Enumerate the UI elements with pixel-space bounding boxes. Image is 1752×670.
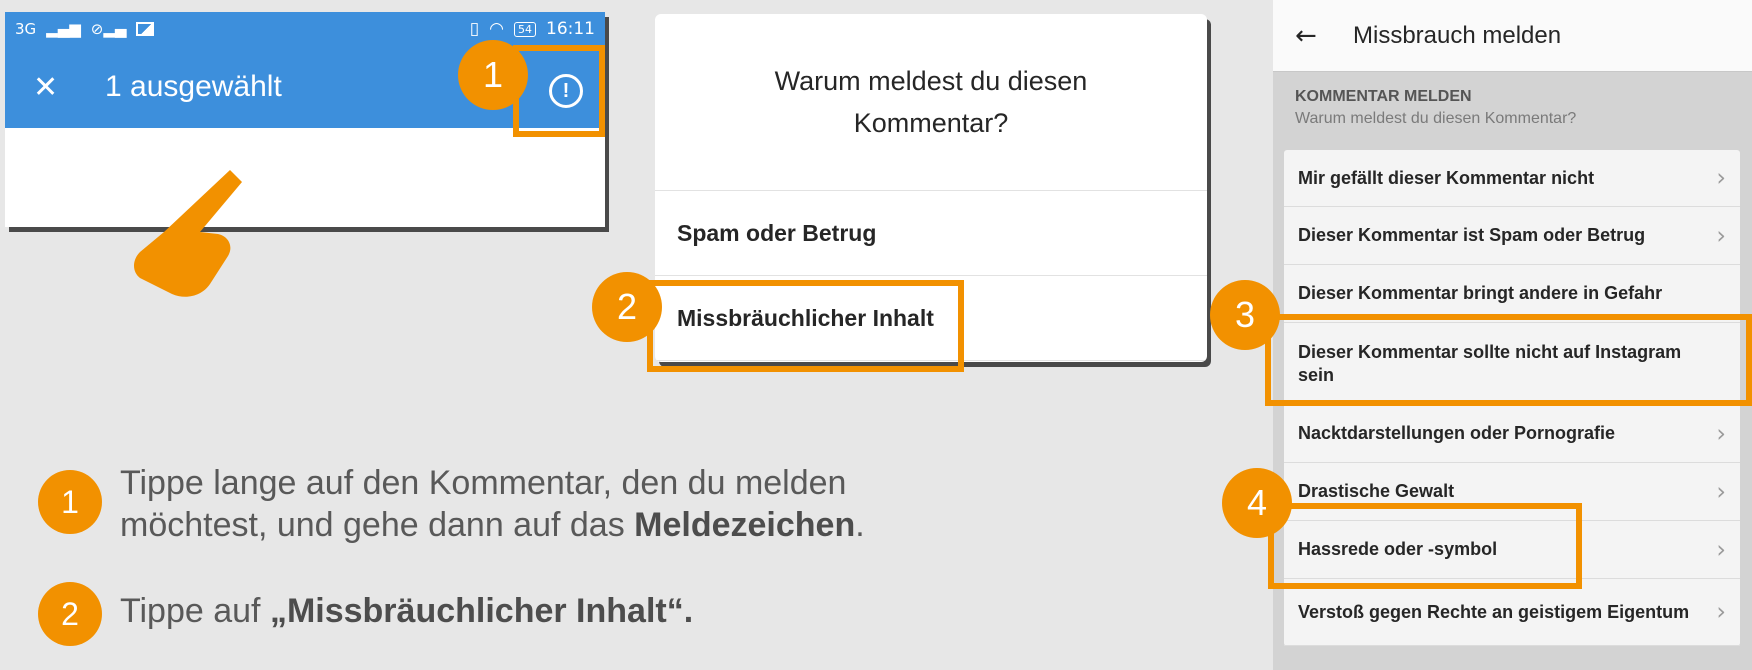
highlight-frame-3 (1265, 314, 1752, 406)
wifi-icon: ◠ (489, 19, 504, 39)
instruction-line: Tippe auf (120, 592, 270, 630)
section-subtitle: Warum meldest du diesen Kommentar? (1295, 110, 1577, 127)
report-section: KOMMENTAR MELDEN Warum meldest du diesen… (1273, 72, 1752, 136)
report-header: ← Missbrauch melden (1273, 0, 1752, 72)
battery-indicator: 54 (514, 21, 536, 37)
status-time: 16:11 (546, 19, 595, 39)
highlight-frame-4 (1268, 503, 1582, 589)
instruction-text-2: Tippe auf „Missbräuchlicher Inhalt“. (120, 590, 693, 632)
step-badge-1: 1 (458, 40, 528, 110)
instruction-step-1: 1 Tippe lange auf den Kommentar, den du … (38, 462, 865, 546)
instruction-line: möchtest, und gehe dann auf das (120, 506, 635, 544)
instruction-text-1: Tippe lange auf den Kommentar, den du me… (120, 462, 865, 546)
reason-label: Nacktdarstellungen oder Pornografie (1298, 423, 1616, 443)
chevron-right-icon: › (1716, 163, 1726, 192)
vibrate-icon: ▯ (469, 19, 480, 39)
reason-label: Drastische Gewalt (1298, 481, 1455, 501)
chevron-right-icon: › (1716, 597, 1726, 626)
chevron-right-icon: › (1716, 477, 1726, 505)
tap-hand-icon (134, 170, 242, 297)
step-badge-3: 3 (1210, 280, 1280, 350)
instruction-number-2: 2 (38, 582, 102, 646)
reason-item[interactable]: Nacktdarstellungen oder Pornografie › (1284, 405, 1740, 463)
reason-label: Verstoß gegen Rechte an geistigem Eigent… (1298, 601, 1690, 622)
highlight-frame-1 (513, 45, 605, 137)
instruction-number-1: 1 (38, 470, 102, 534)
highlight-frame-2 (647, 280, 964, 372)
instruction-emphasis: Meldezeichen (634, 506, 856, 544)
no-signal-icon: ⊘▂▄ (90, 20, 127, 38)
image-icon (136, 22, 155, 36)
status-bar: 3G ▂▄▆ ⊘▂▄ ▯ ◠ 54 16:11 (5, 12, 605, 46)
instruction-line: Tippe lange auf den Kommentar, den du me… (120, 464, 847, 502)
signal-icon: ▂▄▆ (46, 20, 81, 38)
reason-label: Mir gefällt dieser Kommentar nicht (1298, 167, 1595, 188)
chevron-right-icon: › (1716, 535, 1726, 563)
reason-item[interactable]: Verstoß gegen Rechte an geistigem Eigent… (1284, 579, 1740, 646)
reason-label: Dieser Kommentar ist Spam oder Betrug (1298, 225, 1646, 245)
option-spam[interactable]: Spam oder Betrug (655, 191, 1207, 276)
instruction-step-2: 2 Tippe auf „Missbräuchlicher Inhalt“. (38, 582, 693, 646)
step-badge-4: 4 (1222, 468, 1292, 538)
step-badge-2: 2 (592, 272, 662, 342)
report-title: Missbrauch melden (1353, 21, 1562, 49)
back-arrow-icon[interactable]: ← (1295, 21, 1353, 51)
section-title: KOMMENTAR MELDEN (1295, 88, 1472, 105)
close-icon[interactable]: ✕ (33, 70, 93, 105)
reason-item[interactable]: Dieser Kommentar ist Spam oder Betrug › (1284, 207, 1740, 265)
chevron-right-icon: › (1716, 221, 1726, 249)
dialog-question: Warum meldest du diesen Kommentar? (655, 14, 1207, 191)
selection-title: 1 ausgewählt (105, 70, 282, 103)
network-label: 3G (15, 20, 37, 38)
reason-item[interactable]: Mir gefällt dieser Kommentar nicht › (1284, 150, 1740, 207)
chevron-right-icon: › (1716, 419, 1726, 447)
instruction-emphasis: „Missbräuchlicher Inhalt“. (269, 592, 694, 630)
instruction-punctuation: . (855, 506, 865, 544)
reason-label: Dieser Kommentar bringt andere in Gefahr (1298, 283, 1663, 303)
